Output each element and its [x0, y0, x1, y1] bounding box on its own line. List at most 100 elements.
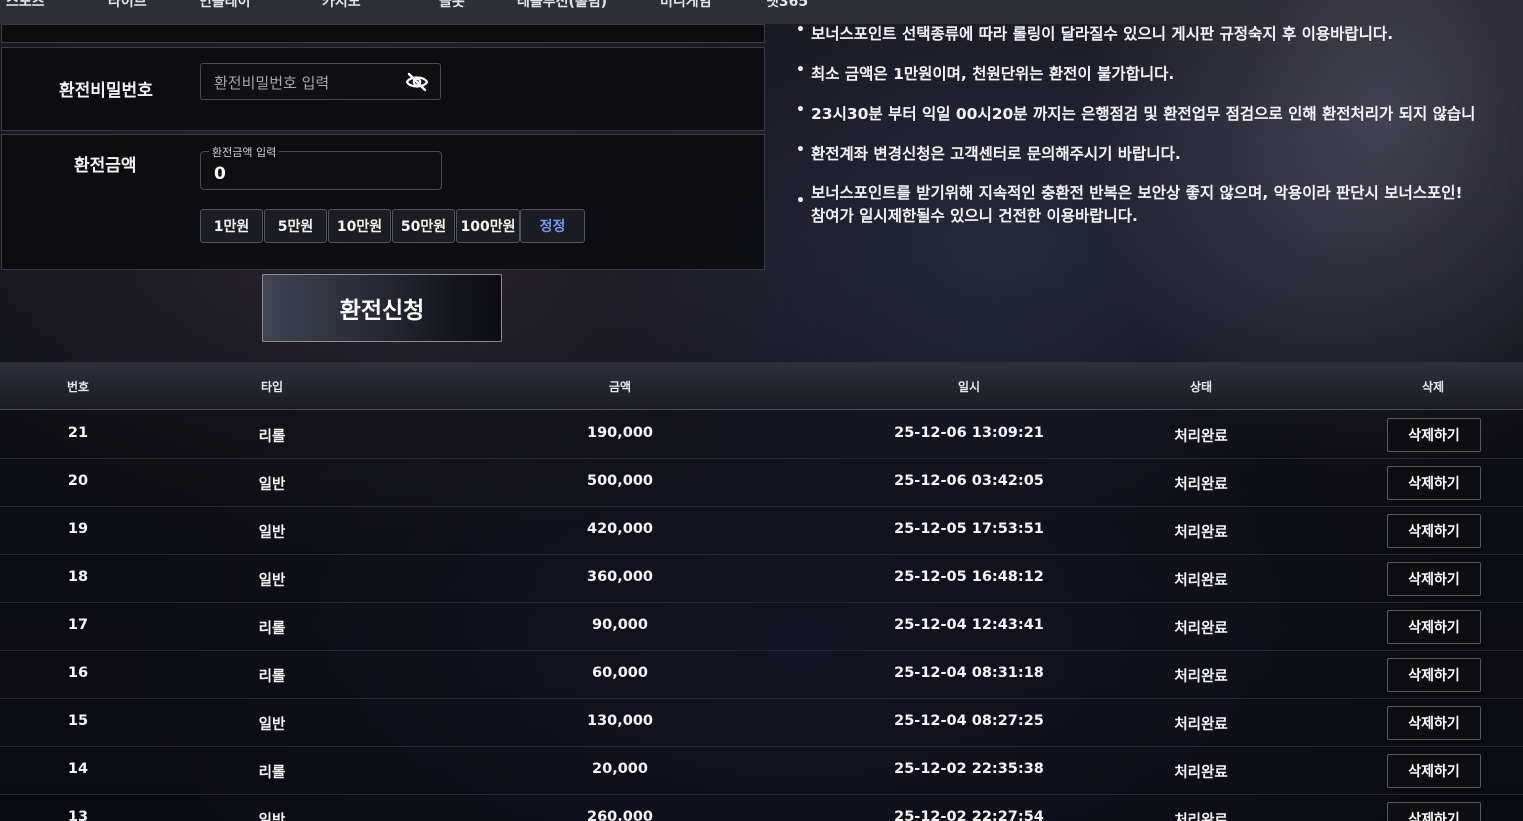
row-amount-cell: 420,000: [586, 521, 654, 537]
table-row: 14 리롤 20,000 25-12-02 22:35:38 처리완료 삭제하기: [0, 746, 1523, 795]
table-row: 17 리롤 90,000 25-12-04 12:43:41 처리완료 삭제하기: [0, 602, 1523, 651]
row-status-cell: 처리완료: [1174, 669, 1228, 685]
withdraw-submit-button[interactable]: 환전신청: [262, 274, 502, 342]
row-status-cell: 처리완료: [1174, 621, 1228, 637]
col-header-amount: 금액: [608, 380, 632, 394]
row-type-cell: 일반: [258, 477, 286, 493]
bullet-icon: •: [796, 193, 805, 209]
row-amount-cell: 130,000: [586, 713, 654, 729]
row-amount-cell: 90,000: [592, 617, 648, 633]
col-header-delete: 삭제: [1421, 380, 1445, 394]
row-datetime-cell: 25-12-04 08:27:25: [894, 713, 1044, 729]
row-no-cell: 19: [67, 521, 89, 537]
withdraw-page: 스포츠 라이브 인플레이 카지노 슬롯 레볼루션(홀덤) 미니게임 벳365 환…: [0, 0, 1523, 821]
row-no-cell: 14: [67, 761, 89, 777]
delete-button[interactable]: 삭제하기: [1387, 802, 1481, 821]
notice-text: 23시30분 부터 익일 00시20분 까지는 은행점검 및 환전업무 점검으로…: [811, 105, 1476, 123]
chip-10k-button[interactable]: 1만원: [200, 209, 263, 243]
row-status-cell: 처리완료: [1174, 573, 1228, 589]
chip-50k-button[interactable]: 5만원: [264, 209, 327, 243]
bullet-icon: •: [796, 102, 805, 118]
table-row: 19 일반 420,000 25-12-05 17:53:51 처리완료 삭제하기: [0, 506, 1523, 555]
row-datetime-cell: 25-12-06 03:42:05: [894, 473, 1044, 489]
panel-previous-edge: [1, 24, 765, 43]
delete-button[interactable]: 삭제하기: [1387, 418, 1481, 452]
row-status-cell: 처리완료: [1174, 525, 1228, 541]
nav-item-slot[interactable]: 슬롯: [439, 0, 465, 11]
delete-button[interactable]: 삭제하기: [1387, 658, 1481, 692]
top-nav: 스포츠 라이브 인플레이 카지노 슬롯 레볼루션(홀덤) 미니게임 벳365: [0, 0, 1255, 24]
col-header-no: 번호: [66, 380, 90, 394]
row-type-cell: 리롤: [258, 765, 286, 781]
nav-item-live[interactable]: 라이브: [108, 0, 147, 11]
row-no-cell: 16: [67, 665, 89, 681]
row-no-cell: 20: [67, 473, 89, 489]
row-type-cell: 일반: [258, 525, 286, 541]
row-type-cell: 일반: [258, 813, 286, 821]
row-amount-cell: 20,000: [592, 761, 648, 777]
notice-text: 보너스포인트 선택종류에 따라 롤링이 달라질수 있으니 게시판 규정숙지 후 …: [811, 25, 1394, 43]
nav-item-bet365[interactable]: 벳365: [766, 0, 808, 11]
row-datetime-cell: 25-12-04 08:31:18: [894, 665, 1044, 681]
col-header-type: 타입: [260, 380, 284, 394]
amount-field-legend: 환전금액 입력: [209, 144, 280, 160]
delete-button[interactable]: 삭제하기: [1387, 466, 1481, 500]
delete-button[interactable]: 삭제하기: [1387, 610, 1481, 644]
delete-button[interactable]: 삭제하기: [1387, 754, 1481, 788]
amount-label: 환전금액: [74, 156, 137, 176]
bullet-icon: •: [796, 62, 805, 78]
nav-item-sports[interactable]: 스포츠: [6, 0, 45, 11]
password-field-wrapper: [200, 63, 441, 100]
row-type-cell: 리롤: [258, 669, 286, 685]
row-amount-cell: 190,000: [586, 425, 654, 441]
row-type-cell: 일반: [258, 717, 286, 733]
row-status-cell: 처리완료: [1174, 429, 1228, 445]
amount-input[interactable]: [212, 162, 416, 186]
notice-text: 최소 금액은 1만원이며, 천원단위는 환전이 불가합니다.: [811, 65, 1175, 83]
chip-100k-button[interactable]: 10만원: [328, 209, 391, 243]
row-no-cell: 21: [67, 425, 89, 441]
col-header-datetime: 일시: [957, 380, 981, 394]
chip-1m-button[interactable]: 100만원: [456, 209, 520, 243]
notice-text-continued: 참여가 일시제한될수 있으니 건전한 이용바랍니다.: [811, 207, 1138, 225]
row-datetime-cell: 25-12-02 22:35:38: [894, 761, 1044, 777]
row-no-cell: 18: [67, 569, 89, 585]
amount-field-wrapper: 환전금액 입력: [200, 144, 442, 190]
reset-button[interactable]: 정정: [520, 209, 585, 243]
row-type-cell: 리롤: [258, 429, 286, 445]
row-amount-cell: 60,000: [592, 665, 648, 681]
history-table-header: 번호 타입 금액 일시 상태 삭제: [0, 362, 1523, 410]
table-row: 21 리롤 190,000 25-12-06 13:09:21 처리완료 삭제하기: [0, 410, 1523, 459]
table-row: 18 일반 360,000 25-12-05 16:48:12 처리완료 삭제하기: [0, 554, 1523, 603]
nav-item-revolution-holdem[interactable]: 레볼루션(홀덤): [517, 0, 607, 11]
delete-button[interactable]: 삭제하기: [1387, 706, 1481, 740]
delete-button[interactable]: 삭제하기: [1387, 562, 1481, 596]
row-amount-cell: 500,000: [586, 473, 654, 489]
nav-item-inplay[interactable]: 인플레이: [199, 0, 251, 11]
row-datetime-cell: 25-12-05 17:53:51: [894, 521, 1044, 537]
row-no-cell: 17: [67, 617, 89, 633]
row-datetime-cell: 25-12-05 16:48:12: [894, 569, 1044, 585]
row-status-cell: 처리완료: [1174, 717, 1228, 733]
table-row: 13 일반 260,000 25-12-02 22:27:54 처리완료 삭제하기: [0, 794, 1523, 821]
row-status-cell: 처리완료: [1174, 477, 1228, 493]
row-amount-cell: 260,000: [586, 809, 654, 821]
row-datetime-cell: 25-12-04 12:43:41: [894, 617, 1044, 633]
password-input[interactable]: [212, 70, 401, 96]
table-row: 20 일반 500,000 25-12-06 03:42:05 처리완료 삭제하기: [0, 458, 1523, 507]
chip-500k-button[interactable]: 50만원: [392, 209, 455, 243]
bullet-icon: •: [796, 22, 805, 38]
row-no-cell: 13: [67, 809, 89, 821]
row-amount-cell: 360,000: [586, 569, 654, 585]
col-header-status: 상태: [1189, 380, 1213, 394]
eye-slash-icon[interactable]: [405, 72, 429, 92]
nav-item-casino[interactable]: 카지노: [322, 0, 361, 11]
bullet-icon: •: [796, 142, 805, 158]
delete-button[interactable]: 삭제하기: [1387, 514, 1481, 548]
row-no-cell: 15: [67, 713, 89, 729]
row-datetime-cell: 25-12-06 13:09:21: [894, 425, 1044, 441]
row-type-cell: 리롤: [258, 621, 286, 637]
nav-item-minigame[interactable]: 미니게임: [660, 0, 712, 11]
row-type-cell: 일반: [258, 573, 286, 589]
password-label: 환전비밀번호: [59, 81, 153, 101]
